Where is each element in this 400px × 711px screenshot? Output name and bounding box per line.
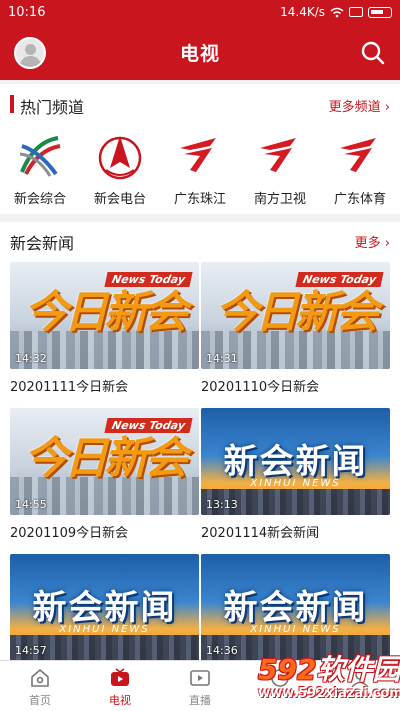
news-title: 20201109今日新会	[10, 526, 129, 541]
nav-label: 电视	[109, 694, 131, 707]
video-thumbnail: 新会新闻 XINHUI NEWS 13:13	[201, 408, 390, 515]
thumb-text: 新会新闻	[223, 442, 368, 482]
channel-label: 新会综合	[13, 192, 66, 207]
video-duration: 14:57	[15, 644, 47, 657]
wifi-icon	[330, 7, 344, 17]
video-thumbnail: News Today 今日新会 14:32	[10, 262, 199, 369]
thumb-subtext: XINHUI NEWS	[250, 478, 341, 489]
nav-item-home[interactable]: 首页	[0, 661, 80, 711]
avatar-icon[interactable]	[14, 37, 46, 69]
channel-item-southern-tv[interactable]: 南方卫视	[240, 128, 320, 210]
channel-item-xinhui-general[interactable]: 新会综合	[0, 128, 80, 210]
battery-icon	[368, 6, 392, 18]
tv-icon	[111, 668, 129, 686]
live-icon	[190, 670, 210, 686]
video-thumbnail: News Today 今日新会 14:31	[201, 262, 390, 369]
channel-list: 新会综合 新会电台 广东珠江 南方卫视 广东体育	[0, 128, 400, 210]
xinhui-radio-logo	[98, 136, 142, 180]
guangdong-tv-logo	[180, 138, 216, 172]
thumb-text: 今日新会	[24, 433, 188, 484]
page-title: 电视	[179, 42, 220, 65]
status-bar: 10:16 14.4K/s	[0, 0, 400, 24]
video-duration: 14:31	[206, 352, 238, 365]
nav-item-live[interactable]: 直播	[160, 661, 240, 711]
hot-channels-header: 热门频道 更多频道 ›	[0, 84, 400, 122]
home-icon	[31, 669, 49, 687]
channel-label: 南方卫视	[253, 192, 306, 207]
more-news-link[interactable]: 更多 ›	[355, 232, 390, 251]
video-thumbnail: 新会新闻 XINHUI NEWS 14:57	[10, 554, 199, 661]
news-card[interactable]: News Today 今日新会 14:31 20201110今日新会	[201, 262, 390, 408]
channel-item-xinhui-radio[interactable]: 新会电台	[80, 128, 160, 210]
more-channels-link[interactable]: 更多频道 ›	[329, 96, 390, 115]
thumb-text: 今日新会	[24, 287, 188, 338]
video-thumbnail: News Today 今日新会 14:55	[10, 408, 199, 515]
news-card[interactable]: News Today 今日新会 14:32 20201111今日新会	[10, 262, 199, 408]
channel-label: 新会电台	[93, 192, 146, 207]
video-duration: 14:32	[15, 352, 47, 365]
news-title: 20201110今日新会	[201, 380, 320, 395]
notification-icon	[349, 7, 363, 17]
watermark-text: 软件园	[316, 653, 400, 686]
section-accent-bar	[10, 95, 14, 113]
channel-label: 广东体育	[333, 192, 386, 207]
news-card[interactable]: News Today 今日新会 14:55 20201109今日新会	[10, 408, 199, 554]
watermark-url: www.592xiazai.com	[258, 686, 400, 701]
hot-channels-section: 热门频道 更多频道 › 新会综合 新会电台 广东珠江 南方卫视 广东体育	[0, 84, 400, 214]
nav-label: 直播	[189, 694, 211, 707]
site-watermark: 592软件园 www.592xiazai.com	[258, 648, 400, 704]
news-card[interactable]: 新会新闻 XINHUI NEWS 13:13 20201114新会新闻	[201, 408, 390, 554]
status-time: 10:16	[8, 4, 46, 20]
xinhui-general-logo	[19, 136, 61, 177]
hot-channels-title: 热门频道	[20, 98, 85, 117]
video-thumbnail: 新会新闻 XINHUI NEWS 14:36	[201, 554, 390, 661]
channel-label: 广东珠江	[173, 192, 226, 207]
thumb-text: 今日新会	[215, 287, 379, 338]
watermark-number: 592	[258, 653, 317, 686]
status-right: 14.4K/s	[280, 5, 392, 19]
thumb-text: 新会新闻	[32, 588, 177, 628]
news-title: 20201114新会新闻	[201, 526, 320, 541]
thumb-subtext: XINHUI NEWS	[250, 624, 341, 635]
channel-item-guangdong-sports[interactable]: 广东体育	[320, 128, 400, 210]
video-duration: 14:55	[15, 498, 47, 511]
channel-item-guangdong-zhujiang[interactable]: 广东珠江	[160, 128, 240, 210]
nav-item-tv[interactable]: 电视	[80, 661, 160, 711]
news-section-title: 新会新闻	[10, 234, 75, 253]
watermark-brand: 592软件园	[258, 648, 400, 688]
nav-label: 首页	[29, 694, 51, 707]
guangdong-tv-logo	[340, 138, 376, 172]
guangdong-tv-logo	[260, 138, 296, 172]
network-speed: 14.4K/s	[280, 5, 325, 19]
video-duration: 13:13	[206, 498, 238, 511]
top-bar: 电视	[0, 24, 400, 80]
search-icon[interactable]	[360, 40, 386, 66]
news-section: 新会新闻 更多 › News Today 今日新会 14:32 20201111…	[0, 222, 400, 661]
thumb-subtext: XINHUI NEWS	[59, 624, 150, 635]
video-duration: 14:36	[206, 644, 238, 657]
thumb-text: 新会新闻	[223, 588, 368, 628]
news-title: 20201111今日新会	[10, 380, 129, 395]
